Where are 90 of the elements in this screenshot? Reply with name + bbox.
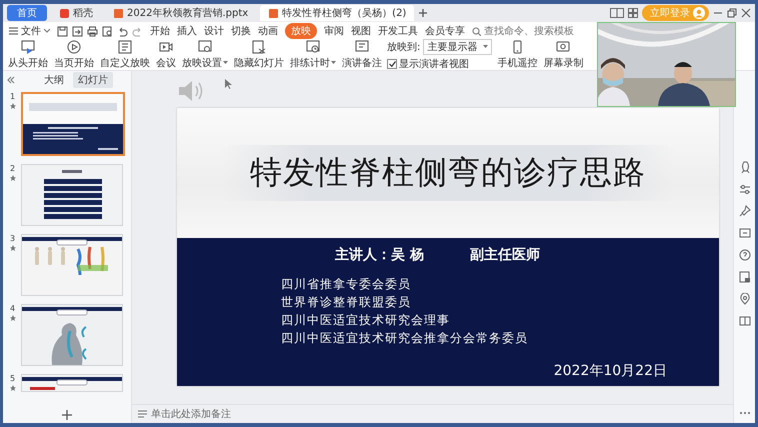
play-from-start-icon <box>21 40 35 54</box>
menu-tab[interactable]: 切换 <box>231 24 251 38</box>
ribbon-button[interactable]: 从头开始 <box>7 40 49 70</box>
menu-tab[interactable]: 审阅 <box>324 24 344 38</box>
cursor-icon <box>225 79 233 89</box>
caret-icon <box>223 61 228 65</box>
menu-icon <box>9 27 18 35</box>
slide-number: 1 <box>10 92 16 101</box>
location-icon[interactable] <box>738 293 750 305</box>
slide-number: 5 <box>10 374 16 383</box>
video-meeting-icon <box>159 40 173 54</box>
role-line: 世界脊诊整脊联盟委员 <box>281 294 412 311</box>
grid-icon[interactable] <box>628 8 638 18</box>
ribbon-button[interactable]: 当页开始 <box>53 40 95 70</box>
star-icon <box>10 103 16 109</box>
ribbon-button[interactable]: 排练计时 <box>289 40 337 70</box>
format-icon[interactable] <box>738 271 750 283</box>
document-tab[interactable]: 2022年秋领教育营销.pptx <box>105 5 256 21</box>
play-circle-icon <box>67 40 81 54</box>
presenter-view-checkbox[interactable]: 显示演讲者视图 <box>387 57 492 71</box>
menu-tab[interactable]: 开发工具 <box>378 24 418 38</box>
file-menu[interactable]: 文件 <box>9 24 50 38</box>
search-field[interactable]: 查找命令、搜索模板 <box>484 26 576 36</box>
panel-icon[interactable] <box>738 315 750 327</box>
ribbon-button[interactable]: 演讲备注 <box>341 40 383 70</box>
check-icon <box>388 61 396 67</box>
panel-tab[interactable]: 大纲 <box>39 72 69 88</box>
slide-number: 4 <box>10 304 16 313</box>
menu-tab[interactable]: 设计 <box>204 24 224 38</box>
slide-thumbnail[interactable] <box>22 375 122 391</box>
add-slide-icon[interactable] <box>62 410 72 420</box>
role-line: 四川省推拿专委会委员 <box>281 276 412 293</box>
speaker-notes-icon <box>355 40 369 54</box>
star-icon <box>10 385 16 391</box>
notes-icon <box>138 410 147 418</box>
ribbon-button[interactable]: 会议 <box>155 40 177 70</box>
record-icon <box>556 40 570 54</box>
collapse-icon[interactable] <box>7 76 15 84</box>
ribbon-button[interactable]: 放映设置 <box>181 40 229 70</box>
menu-tab[interactable]: 视图 <box>351 24 371 38</box>
speaker-icon <box>177 79 205 103</box>
more-icon[interactable] <box>738 411 750 415</box>
slides-file-icon <box>268 8 280 18</box>
ribbon-button[interactable]: 隐藏幻灯片 <box>233 40 285 70</box>
ribbon-button[interactable]: 自定义放映 <box>99 40 151 70</box>
add-tab-icon[interactable] <box>418 8 428 18</box>
menu-tab[interactable]: 插入 <box>177 24 197 38</box>
print-icon[interactable] <box>87 26 98 36</box>
menu-tab[interactable]: 开始 <box>150 24 170 38</box>
notes-placeholder[interactable]: 单击此处添加备注 <box>151 407 231 421</box>
slide-number: 3 <box>10 234 16 243</box>
display-dropdown[interactable]: 主要显示器 <box>423 39 492 55</box>
export-icon[interactable] <box>72 26 83 36</box>
caret-icon <box>483 45 488 49</box>
speaker-title: 副主任医师 <box>470 246 540 264</box>
role-line: 四川中医适宜技术研究会推拿分会常务委员 <box>281 330 529 347</box>
role-line: 四川中医适宜技术研究会理事 <box>281 312 451 329</box>
pin-icon[interactable] <box>738 205 750 217</box>
layout-icon[interactable] <box>610 8 624 18</box>
restore-icon[interactable] <box>727 8 737 18</box>
caret-icon <box>44 29 50 33</box>
slide-date: 2022年10月22日 <box>554 362 667 380</box>
star-icon <box>10 315 16 321</box>
ribbon-button[interactable]: 手机遥控 <box>496 40 538 70</box>
speaker-name: 主讲人：吴 杨 <box>335 246 424 264</box>
slides-file-icon <box>113 8 124 18</box>
document-tab[interactable]: 特发性脊柱侧弯（吴杨）(2) <box>260 5 414 21</box>
star-icon <box>10 245 16 251</box>
store-icon <box>59 8 70 18</box>
close-icon[interactable] <box>741 8 751 18</box>
star-icon <box>10 175 16 181</box>
hidden-slide-icon <box>252 40 266 54</box>
document-tab[interactable]: 首页 <box>7 5 47 21</box>
sliders-icon[interactable] <box>738 183 750 195</box>
avatar-icon <box>693 7 705 19</box>
menu-tab[interactable]: 动画 <box>258 24 278 38</box>
play-to-label: 放映到: <box>387 40 420 54</box>
document-tab[interactable]: 稻壳 <box>51 5 101 21</box>
caret-icon <box>331 61 336 65</box>
help-icon[interactable] <box>738 249 750 261</box>
slide-number: 2 <box>10 164 16 173</box>
undo-icon[interactable] <box>117 26 128 36</box>
panel-tab[interactable]: 幻灯片 <box>73 72 113 88</box>
slides-list-icon <box>118 40 132 54</box>
slide-thumbnail[interactable] <box>22 305 122 365</box>
menu-tab[interactable]: 会员专享 <box>425 24 465 38</box>
save-icon[interactable] <box>57 26 68 36</box>
search-icon <box>472 26 481 36</box>
ribbon-button[interactable]: 屏幕录制 <box>542 40 584 70</box>
preview-icon[interactable] <box>102 26 113 36</box>
